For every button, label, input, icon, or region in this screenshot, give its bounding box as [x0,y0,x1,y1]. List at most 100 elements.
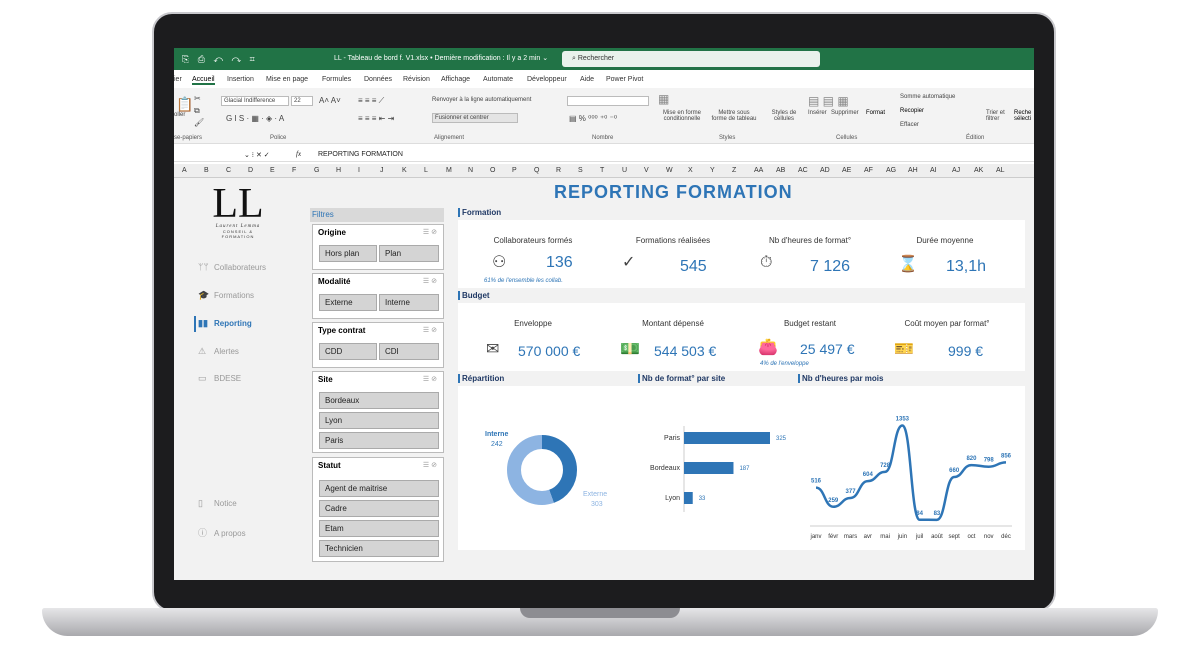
column-header[interactable]: X [688,167,693,174]
tab-aide[interactable]: Aide [580,76,594,83]
column-header[interactable]: AF [864,167,873,174]
filter-icons[interactable]: ☰ ⊘ [423,326,437,334]
column-header[interactable]: Y [710,167,715,174]
tab-revision[interactable]: Révision [403,76,430,83]
column-header[interactable]: I [358,167,360,174]
nav-reporting[interactable]: ▮▮ Reporting [198,318,252,329]
filter-icons[interactable]: ☰ ⊘ [423,375,437,383]
filter-icons[interactable]: ☰ ⊘ [423,277,437,285]
column-header[interactable]: AA [754,167,763,174]
slicer-item-externe[interactable]: Externe [319,294,377,311]
name-box-dropdown[interactable]: ⌄ ⁝ ✕ ✓ [244,151,270,159]
tab-accueil[interactable]: Accueil [192,76,215,85]
column-header[interactable]: T [600,167,604,174]
slicer-item-cadre[interactable]: Cadre [319,500,439,517]
column-header[interactable]: AK [974,167,983,174]
cell-styles-button[interactable]: Styles de cellules [768,110,800,122]
column-header[interactable]: AC [798,167,808,174]
column-header[interactable]: AI [930,167,937,174]
tab-mise-en-page[interactable]: Mise en page [266,76,308,83]
slicer-item-cdi[interactable]: CDI [379,343,439,360]
tab-power-pivot[interactable]: Power Pivot [606,76,643,83]
table-format-button[interactable]: Mettre sous forme de tableau [710,110,758,122]
column-header[interactable]: P [512,167,517,174]
format-painter-icon[interactable]: 🖌 [194,118,204,127]
align-bottom-icons[interactable]: ≡ ≡ ≡ ⇤ ⇥ [358,114,394,123]
nav-bdese[interactable]: ▭ BDESE [198,373,241,384]
paste-icon[interactable]: 📋 [176,96,193,113]
font-name-select[interactable]: Glacial Indifference [221,96,289,106]
column-header[interactable]: E [270,167,275,174]
column-header[interactable]: C [226,167,231,174]
tab-developpeur[interactable]: Développeur [527,76,567,83]
tab-automate[interactable]: Automate [483,76,513,83]
slicer-item-bordeaux[interactable]: Bordeaux [319,392,439,409]
filter-icons[interactable]: ☰ ⊘ [423,228,437,236]
delete-cells-button[interactable]: Supprimer [831,110,859,116]
column-header[interactable]: L [424,167,428,174]
column-header[interactable]: B [204,167,209,174]
number-format-icons[interactable]: ▤ % ⁰⁰⁰ ⁺⁰ ⁻⁰ [569,114,617,123]
cut-icon[interactable]: ✂ [194,94,201,103]
wrap-text-button[interactable]: Renvoyer à la ligne automatiquement [432,97,531,103]
column-header[interactable]: AL [996,167,1005,174]
column-header[interactable]: U [622,167,627,174]
column-header[interactable]: AJ [952,167,960,174]
copy-icon[interactable]: ⧉ [194,106,200,116]
document-title[interactable]: LL - Tableau de bord f. V1.xlsx • Derniè… [334,54,548,62]
quick-access-icons[interactable]: ⎘ ⎙ ↶ ↷ ⌗ [182,54,258,65]
slicer-item-lyon[interactable]: Lyon [319,412,439,429]
slicer-item-paris[interactable]: Paris [319,432,439,449]
nav-collaborateurs[interactable]: ᛘᛘ Collaborateurs [198,262,266,272]
tab-insertion[interactable]: Insertion [227,76,254,83]
slicer-item-hors-plan[interactable]: Hors plan [319,245,377,262]
column-header[interactable]: W [666,167,673,174]
column-header[interactable]: AG [886,167,896,174]
column-header[interactable]: R [556,167,561,174]
column-header[interactable]: AB [776,167,785,174]
column-header[interactable]: A [182,167,187,174]
column-header[interactable]: D [248,167,253,174]
font-style-icons[interactable]: G I S · ▦ · ◈ · A [226,114,284,123]
tab-donnees[interactable]: Données [364,76,392,83]
column-header[interactable]: Z [732,167,736,174]
column-header[interactable]: N [468,167,473,174]
align-top-icons[interactable]: ≡ ≡ ≡ ⟋ [358,96,384,106]
clear-button[interactable]: Effacer [900,122,919,128]
column-header[interactable]: V [644,167,649,174]
number-format-select[interactable] [567,96,649,106]
column-header[interactable]: S [578,167,583,174]
column-header[interactable]: AD [820,167,830,174]
fill-button[interactable]: Recopier [900,108,924,114]
fx-icon[interactable]: fx [296,150,301,158]
slicer-item-technicien[interactable]: Technicien [319,540,439,557]
column-header[interactable]: K [402,167,407,174]
slicer-item-plan[interactable]: Plan [379,245,439,262]
tab-affichage[interactable]: Affichage [441,76,470,83]
autosum-button[interactable]: Somme automatique [900,94,955,100]
column-header[interactable]: Q [534,167,539,174]
nav-notice[interactable]: ▯ Notice [198,498,237,509]
search-box[interactable]: ⌕ Rechercher [562,51,820,67]
formula-input[interactable]: REPORTING FORMATION [318,151,403,158]
format-cells-button[interactable]: Format [866,110,885,116]
column-header[interactable]: M [446,167,452,174]
column-header[interactable]: H [336,167,341,174]
sort-filter-button[interactable]: Trier et filtrer [986,110,1012,122]
paste-label[interactable]: oller [174,112,185,118]
column-header[interactable]: G [314,167,319,174]
font-size-select[interactable]: 22 [291,96,313,106]
merge-center-button[interactable]: Fusionner et centrer [432,113,518,123]
slicer-item-etam[interactable]: Etam [319,520,439,537]
column-header[interactable]: J [380,167,384,174]
cond-format-icon[interactable]: ▦ [658,92,669,106]
insert-cells-button[interactable]: Insérer [808,110,827,116]
filter-icons[interactable]: ☰ ⊘ [423,461,437,469]
tab-fichier[interactable]: ier [174,76,182,83]
slicer-item-agent-maitrise[interactable]: Agent de maitrise [319,480,439,497]
slicer-item-cdd[interactable]: CDD [319,343,377,360]
nav-apropos[interactable]: ⓘ A propos [198,526,246,539]
column-header[interactable]: AE [842,167,851,174]
column-header[interactable]: AH [908,167,918,174]
column-header[interactable]: O [490,167,495,174]
